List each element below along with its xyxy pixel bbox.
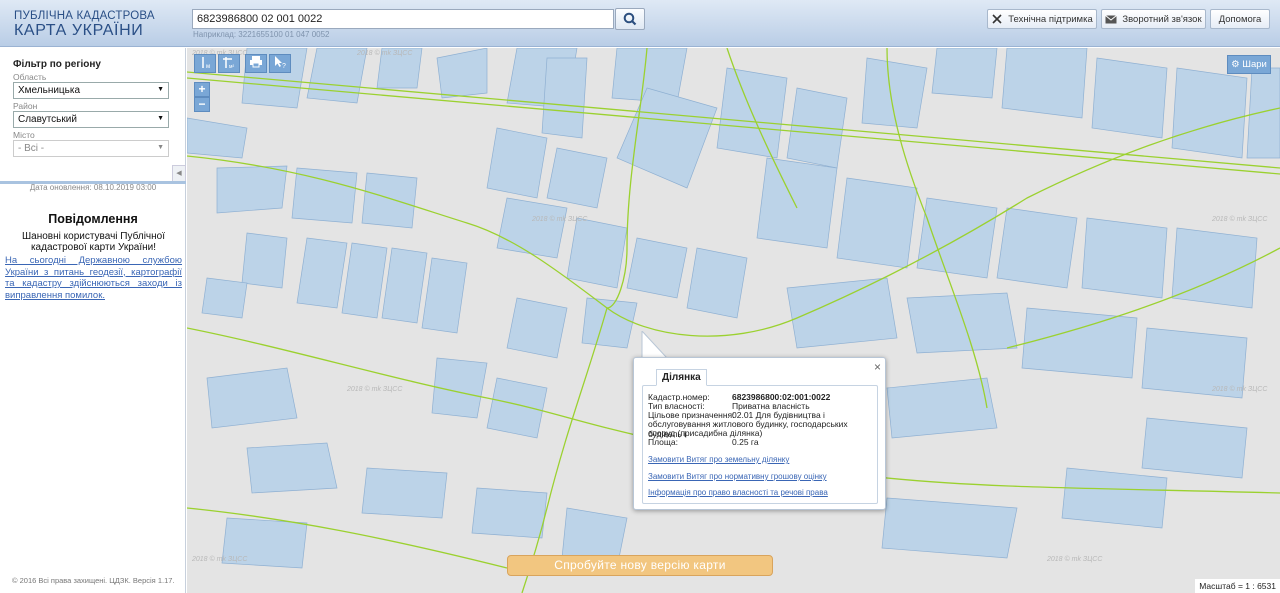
city-label: Місто	[13, 130, 35, 140]
map-watermark: 2018 © mk ЗЦСС	[1212, 386, 1268, 393]
message-link[interactable]: На сьогодні Державною службою України з …	[5, 255, 182, 301]
gear-icon: ⚙	[1231, 59, 1240, 70]
feedback-button[interactable]: Зворотний зв'язок	[1101, 9, 1206, 29]
area-label: Площа:	[648, 437, 678, 447]
map-watermark: 2018 © mk ЗЦСС	[357, 50, 413, 57]
print-button[interactable]	[245, 54, 267, 73]
order-valuation-link[interactable]: Замовити Витяг про нормативну грошову оц…	[648, 472, 827, 481]
dropdown-arrow-icon: ▼	[157, 86, 164, 93]
support-button[interactable]: Технічна підтримка	[987, 9, 1097, 29]
sidebar: Фільтр по регіону Область Хмельницька ▼ …	[0, 48, 186, 593]
help-label: Допомога	[1218, 13, 1262, 25]
map-watermark: 2018 © mk ЗЦСС	[192, 556, 248, 563]
zoom-in-button[interactable]: +	[194, 82, 210, 97]
area-ruler-icon: м²	[223, 57, 234, 70]
layers-label: Шари	[1242, 59, 1267, 70]
district-label: Район	[13, 101, 38, 111]
message-text: Шановні користувачі Публічної кадастрово…	[22, 231, 165, 253]
info-cursor-button[interactable]: ?	[269, 54, 291, 73]
search-icon	[623, 12, 637, 26]
measure-line-button[interactable]: м	[194, 54, 216, 73]
map-watermark: 2018 © mk ЗЦСС	[1047, 556, 1103, 563]
zoom-out-button[interactable]: −	[194, 97, 210, 112]
try-new-version-button[interactable]: Спробуйте нову версію карти	[507, 555, 773, 576]
svg-text:м: м	[206, 64, 210, 70]
filter-title: Фільтр по регіону	[13, 59, 101, 70]
area-value: 0.25 га	[732, 437, 759, 447]
dropdown-arrow-icon: ▼	[157, 144, 164, 151]
region-label: Область	[13, 72, 47, 82]
pointer-help-icon: ?	[275, 56, 286, 70]
svg-text:м²: м²	[229, 64, 234, 70]
close-icon[interactable]: ×	[874, 360, 881, 374]
svg-text:?: ?	[282, 63, 286, 69]
district-select[interactable]: Славутський ▼	[13, 111, 169, 128]
feedback-label: Зворотний зв'язок	[1122, 13, 1202, 25]
layers-button[interactable]: ⚙ Шари	[1227, 55, 1271, 74]
popup-content: Кадастр.номер: 6823986800:02:001:0022 Ти…	[642, 385, 878, 504]
map[interactable]: 2018 © mk ЗЦСС 2018 © mk ЗЦСС 2018 © mk …	[187, 48, 1280, 593]
region-value: Хмельницька	[18, 85, 81, 96]
logo-line2: КАРТА УКРАЇНИ	[14, 22, 144, 39]
city-select[interactable]: - Всі - ▼	[13, 140, 169, 157]
region-select[interactable]: Хмельницька ▼	[13, 82, 169, 99]
ownership-info-link[interactable]: Інформація про право власності та речові…	[648, 488, 828, 497]
update-date: Дата оновлення: 08.10.2019 03:00	[29, 183, 157, 192]
printer-icon	[250, 56, 262, 68]
collapse-sidebar-button[interactable]: ◀	[172, 165, 186, 182]
copyright: © 2016 Всі права захищені. ЦДЗК. Версія …	[12, 576, 175, 585]
help-button[interactable]: Допомога	[1210, 9, 1270, 29]
search-input[interactable]	[192, 9, 614, 29]
tab-parcel[interactable]: Ділянка	[656, 369, 707, 386]
scale-label: Масштаб = 1 : 6531	[1195, 579, 1280, 593]
ruler-icon: м	[202, 57, 210, 70]
map-canvas[interactable]	[187, 48, 1280, 593]
tools-icon	[992, 14, 1002, 24]
measure-area-button[interactable]: м²	[218, 54, 240, 73]
envelope-icon	[1105, 14, 1118, 23]
dropdown-arrow-icon: ▼	[157, 115, 164, 122]
order-extract-link[interactable]: Замовити Витяг про земельну ділянку	[648, 455, 789, 464]
header: ПУБЛІЧНА КАДАСТРОВА КАРТА УКРАЇНИ Наприк…	[0, 0, 1280, 47]
logo-line1: ПУБЛІЧНА КАДАСТРОВА	[14, 10, 155, 22]
parcel-popup: × Ділянка Кадастр.номер: 6823986800:02:0…	[633, 357, 886, 510]
district-value: Славутський	[18, 114, 77, 125]
map-watermark: 2018 © mk ЗЦСС	[347, 386, 403, 393]
city-value: - Всі -	[18, 143, 45, 154]
map-watermark: 2018 © mk ЗЦСС	[532, 216, 588, 223]
search-hint: Наприклад: 3221655100 01 047 0052	[193, 30, 330, 39]
message-title: Повідомлення	[48, 212, 138, 226]
support-label: Технічна підтримка	[1008, 13, 1093, 25]
map-watermark: 2018 © mk ЗЦСС	[1212, 216, 1268, 223]
logo[interactable]: ПУБЛІЧНА КАДАСТРОВА КАРТА УКРАЇНИ	[14, 10, 155, 40]
search-button[interactable]	[615, 8, 645, 30]
